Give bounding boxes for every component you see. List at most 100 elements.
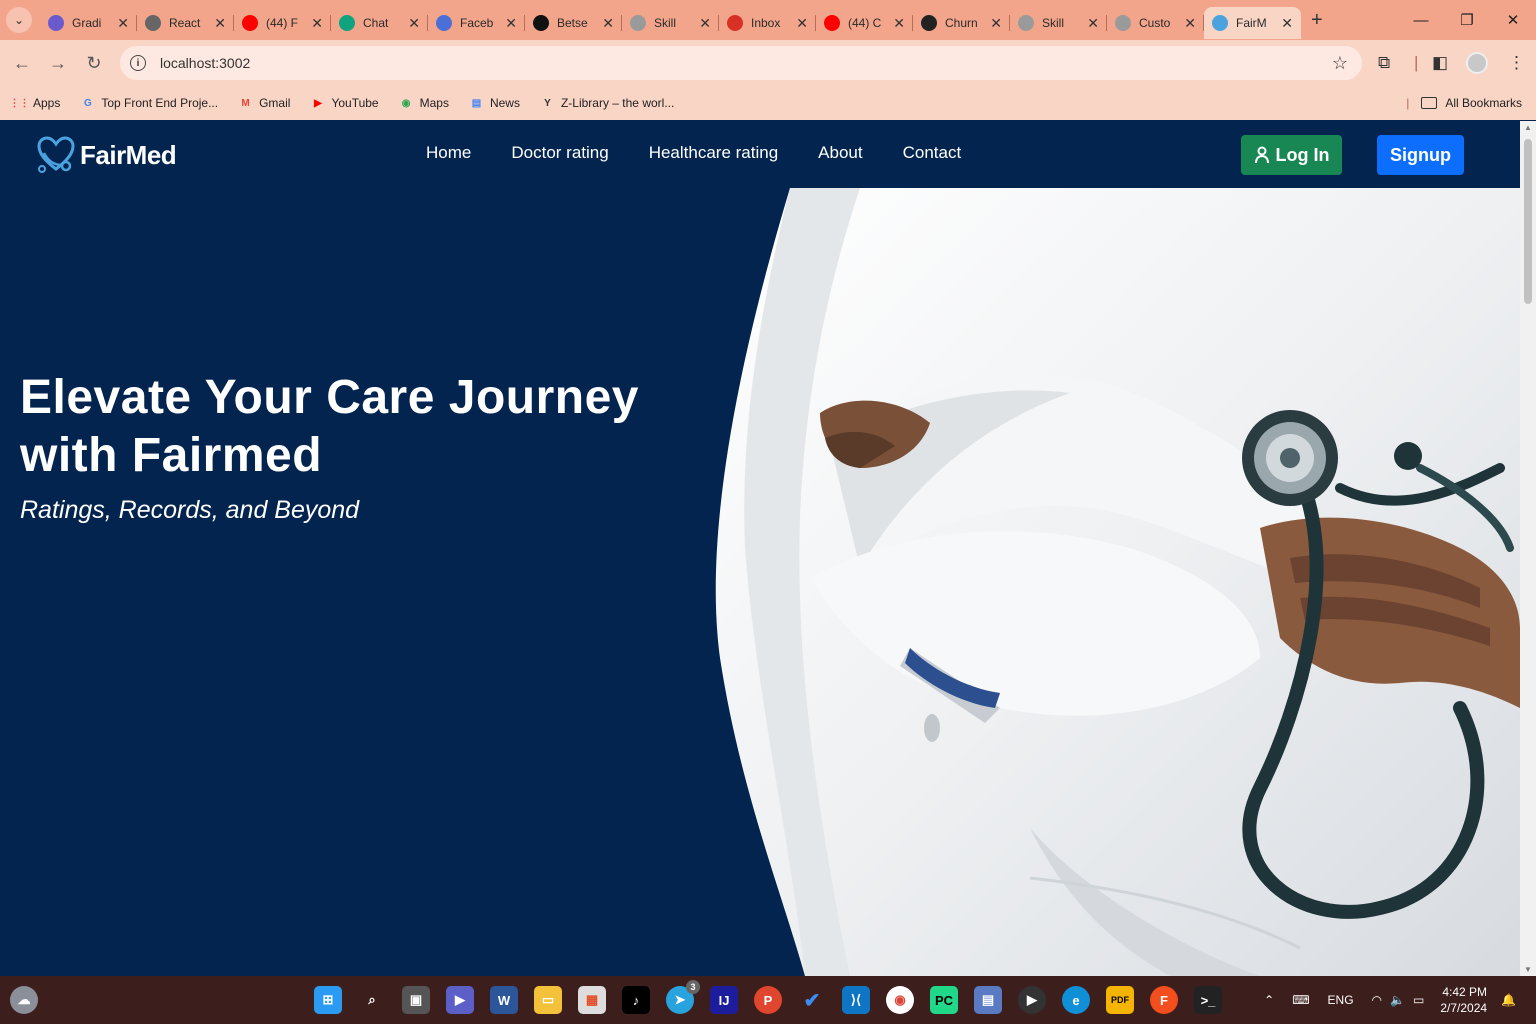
pycharm-icon[interactable]: PC — [930, 986, 958, 1014]
browser-tab[interactable]: Skill ✕ — [622, 7, 719, 39]
browser-tab[interactable]: Churn ✕ — [913, 7, 1010, 39]
tab-close-icon[interactable]: ✕ — [796, 15, 808, 32]
forward-button[interactable]: → — [40, 53, 76, 74]
word-icon[interactable]: W — [490, 986, 518, 1014]
bookmark-item[interactable]: ⋮⋮ Apps — [10, 96, 61, 111]
login-button[interactable]: Log In — [1241, 135, 1342, 175]
browser-tab[interactable]: Custo ✕ — [1107, 7, 1204, 39]
reload-button[interactable]: ↻ — [76, 53, 112, 74]
edge-icon[interactable]: e — [1062, 986, 1090, 1014]
logo[interactable]: FairMed — [36, 135, 177, 175]
chrome-icon[interactable]: ◉ — [886, 986, 914, 1014]
browser-tab[interactable]: Chat ✕ — [331, 7, 428, 39]
tab-close-icon[interactable]: ✕ — [1087, 15, 1099, 32]
tab-close-icon[interactable]: ✕ — [893, 15, 905, 32]
bookmark-item[interactable]: ◉ Maps — [399, 96, 449, 111]
wifi-icon[interactable]: ◠ — [1372, 993, 1382, 1007]
task-view-icon[interactable]: ▣ — [402, 986, 430, 1014]
browser-tab[interactable]: (44) C ✕ — [816, 7, 913, 39]
tab-close-icon[interactable]: ✕ — [699, 15, 711, 32]
volume-icon[interactable]: 🔈 — [1390, 993, 1405, 1007]
vscode-icon[interactable]: ⟩⟨ — [842, 986, 870, 1014]
restore-button[interactable]: ❐ — [1444, 0, 1490, 40]
bookmark-star-icon[interactable]: ☆ — [1332, 53, 1348, 74]
all-bookmarks-button[interactable]: | All Bookmarks — [1406, 96, 1522, 110]
terminal-icon[interactable]: >_ — [1194, 986, 1222, 1014]
bookmark-item[interactable]: M Gmail — [238, 96, 290, 111]
signup-button[interactable]: Signup — [1377, 135, 1464, 175]
tab-close-icon[interactable]: ✕ — [505, 15, 517, 32]
back-button[interactable]: ← — [4, 53, 40, 74]
language-indicator[interactable]: ENG — [1328, 993, 1354, 1007]
browser-tab[interactable]: Faceb ✕ — [428, 7, 525, 39]
intellij-icon[interactable]: IJ — [710, 986, 738, 1014]
nav-link-about[interactable]: About — [818, 143, 862, 163]
bookmark-item[interactable]: Y Z-Library – the worl... — [540, 96, 674, 111]
pdf-icon[interactable]: PDF — [1106, 986, 1134, 1014]
media-player-icon[interactable]: ▶ — [1018, 986, 1046, 1014]
youtube-icon: ▶ — [314, 97, 322, 109]
system-tray: ⌃ ⌨ ENG ◠ 🔈 ▭ 4:42 PM 2/7/2024 🔔 — [1264, 976, 1516, 1024]
bookmark-item[interactable]: G Top Front End Proje... — [80, 96, 218, 111]
browser-tab[interactable]: Skill ✕ — [1010, 7, 1107, 39]
tab-favicon-icon — [1212, 15, 1228, 31]
postman-icon[interactable]: P — [754, 986, 782, 1014]
browser-tab[interactable]: Gradi ✕ — [40, 7, 137, 39]
page-scrollbar[interactable]: ▲ ▼ — [1520, 121, 1536, 976]
tab-close-icon[interactable]: ✕ — [214, 15, 226, 32]
scroll-down-icon[interactable]: ▼ — [1524, 965, 1532, 974]
telegram-icon[interactable]: ➤ 3 — [666, 980, 700, 1014]
weather-icon[interactable]: ☁ — [10, 986, 38, 1014]
nav-link-doctor-rating[interactable]: Doctor rating — [511, 143, 608, 163]
address-bar[interactable]: i localhost:3002 ☆ — [120, 46, 1362, 80]
tab-close-icon[interactable]: ✕ — [1281, 15, 1293, 32]
new-tab-button[interactable]: + — [1311, 9, 1323, 32]
figma-icon[interactable]: F — [1150, 986, 1178, 1014]
tab-close-icon[interactable]: ✕ — [990, 15, 1002, 32]
tab-strip: ⌄ Gradi ✕ React ✕ (44) F ✕ Chat ✕ Faceb ✕ Betse ✕ Sk… — [0, 0, 1536, 40]
tab-close-icon[interactable]: ✕ — [117, 15, 129, 32]
tiktok-icon[interactable]: ♪ — [622, 986, 650, 1014]
chevron-up-icon[interactable]: ⌃ — [1264, 993, 1274, 1007]
scrollbar-thumb[interactable] — [1524, 139, 1532, 304]
bookmark-item[interactable]: ▶ YouTube — [310, 96, 379, 111]
app-icon[interactable]: ▤ — [974, 986, 1002, 1014]
microsoft-store-icon[interactable]: ▦ — [578, 986, 606, 1014]
notification-bell-icon[interactable]: 🔔 — [1501, 993, 1516, 1007]
tab-favicon-icon — [339, 15, 355, 31]
browser-tab[interactable]: Betse ✕ — [525, 7, 622, 39]
browser-tab[interactable]: React ✕ — [137, 7, 234, 39]
minimize-button[interactable]: — — [1398, 0, 1444, 40]
todo-icon[interactable]: ✔ — [798, 986, 826, 1014]
tab-close-icon[interactable]: ✕ — [311, 15, 323, 32]
tab-search-button[interactable]: ⌄ — [6, 7, 32, 33]
extensions-icon[interactable]: ⧉ — [1378, 40, 1390, 86]
tab-close-icon[interactable]: ✕ — [602, 15, 614, 32]
tab-close-icon[interactable]: ✕ — [408, 15, 420, 32]
search-icon[interactable]: ⌕ — [358, 986, 386, 1014]
tab-title: Inbox — [751, 16, 781, 30]
close-window-button[interactable]: ✕ — [1490, 0, 1536, 40]
bookmark-item[interactable]: ▤ News — [469, 96, 520, 111]
clock-date: 2/7/2024 — [1440, 1001, 1488, 1015]
nav-link-healthcare-rating[interactable]: Healthcare rating — [649, 143, 778, 163]
teams-chat-icon[interactable]: ▶ — [446, 986, 474, 1014]
menu-kebab-icon[interactable]: ⋮ — [1508, 40, 1525, 86]
bookmarks-bar: ⋮⋮ Apps G Top Front End Proje... M Gmail ▶ YouT… — [0, 86, 1536, 120]
browser-tab[interactable]: (44) F ✕ — [234, 7, 331, 39]
browser-tab[interactable]: FairM ✕ — [1204, 7, 1301, 39]
keyboard-icon[interactable]: ⌨ — [1292, 993, 1309, 1007]
battery-icon[interactable]: ▭ — [1413, 993, 1424, 1007]
clock[interactable]: 4:42 PM 2/7/2024 — [1440, 984, 1487, 1016]
browser-tab[interactable]: Inbox ✕ — [719, 7, 816, 39]
side-panel-icon[interactable]: ◧ — [1432, 40, 1448, 86]
tab-close-icon[interactable]: ✕ — [1184, 15, 1196, 32]
scroll-up-icon[interactable]: ▲ — [1524, 123, 1532, 132]
nav-link-home[interactable]: Home — [426, 143, 471, 163]
nav-link-contact[interactable]: Contact — [903, 143, 962, 163]
profile-avatar[interactable] — [1466, 40, 1488, 86]
file-explorer-icon[interactable]: ▭ — [534, 986, 562, 1014]
site-info-icon[interactable]: i — [130, 55, 146, 71]
start-icon[interactable]: ⊞ — [314, 986, 342, 1014]
tab-favicon-icon — [824, 15, 840, 31]
